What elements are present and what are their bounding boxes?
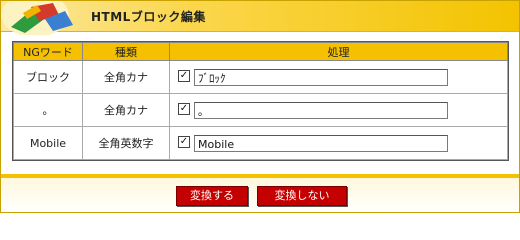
page-title: HTMLブロック編集	[91, 10, 206, 24]
table-header-row: NGワード 種類 処理	[13, 42, 508, 61]
header-bar: HTMLブロック編集	[1, 1, 519, 35]
no-convert-button[interactable]: 変換しない	[257, 186, 347, 206]
replacement-input[interactable]: ｡	[194, 101, 448, 119]
replacement-input[interactable]: Mobile	[194, 134, 448, 152]
table-row: 。 全角カナ ✓ ｡	[13, 93, 508, 127]
ng-word-table: NGワード 種類 処理 ブロック 全角カナ ✓ ﾌﾞﾛｯｸ 。 全角カナ ✓ ｡ M…	[12, 41, 509, 161]
replace-checkbox[interactable]: ✓	[178, 103, 190, 115]
ng-word-cell: ブロック	[13, 60, 83, 94]
logo-icon	[1, 1, 73, 35]
column-header-kind: 種類	[82, 42, 170, 61]
table-row: ブロック 全角カナ ✓ ﾌﾞﾛｯｸ	[13, 60, 508, 94]
replace-checkbox[interactable]: ✓	[178, 70, 190, 82]
replacement-input[interactable]: ﾌﾞﾛｯｸ	[194, 68, 448, 86]
column-header-action: 処理	[169, 42, 508, 61]
convert-button[interactable]: 変換する	[176, 186, 248, 206]
kind-cell: 全角カナ	[82, 93, 170, 127]
ng-word-cell: 。	[13, 93, 83, 127]
kind-cell: 全角英数字	[82, 126, 170, 160]
table-row: Mobile 全角英数字 ✓ Mobile	[13, 126, 508, 160]
kind-cell: 全角カナ	[82, 60, 170, 94]
dialog-frame: HTMLブロック編集 NGワード 種類 処理 ブロック 全角カナ ✓ ﾌﾞﾛｯｸ …	[0, 0, 520, 213]
action-cell: ✓ ﾌﾞﾛｯｸ	[169, 60, 508, 94]
action-cell: ✓ ｡	[169, 93, 508, 127]
action-cell: ✓ Mobile	[169, 126, 508, 160]
column-header-ng-word: NGワード	[13, 42, 83, 61]
replace-checkbox[interactable]: ✓	[178, 136, 190, 148]
ng-word-cell: Mobile	[13, 126, 83, 160]
